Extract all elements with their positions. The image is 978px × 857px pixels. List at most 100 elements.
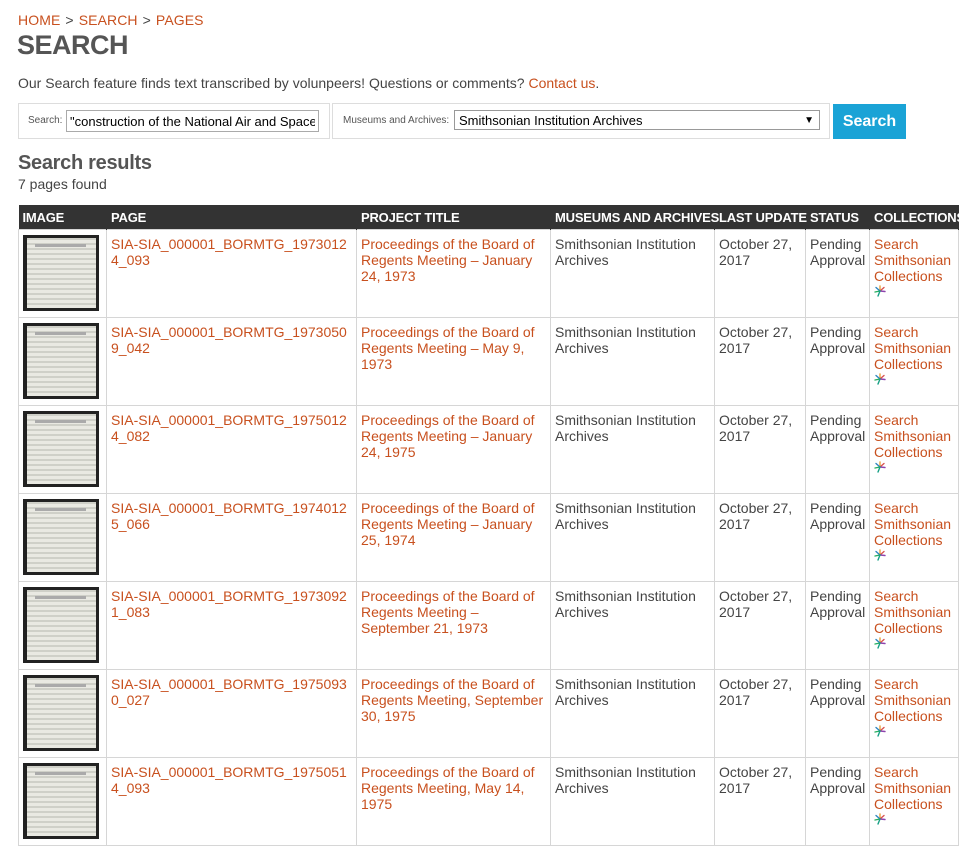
page-link[interactable]: SIA-SIA_000001_BORMTG_19750124_082 (111, 412, 347, 444)
page-link[interactable]: SIA-SIA_000001_BORMTG_19730921_083 (111, 588, 347, 620)
search-collections-link[interactable]: Search Smithsonian Collections (874, 500, 951, 548)
results-title: Search results (18, 152, 152, 174)
project-title-link[interactable]: Proceedings of the Board of Regents Meet… (361, 324, 535, 372)
page-thumbnail[interactable] (23, 499, 99, 575)
breadcrumb: HOME > SEARCH > PAGES (18, 12, 204, 28)
smithsonian-sunburst-icon (874, 549, 886, 561)
smithsonian-sunburst-icon (874, 373, 886, 385)
column-header-image: IMAGE (18, 205, 107, 230)
column-header-collections: COLLECTIONS (869, 205, 965, 230)
last-update-cell: October 27, 2017 (714, 229, 806, 318)
page-cell: SIA-SIA_000001_BORMTG_19730509_042 (106, 317, 357, 406)
search-collections-link[interactable]: Search Smithsonian Collections (874, 412, 951, 460)
project-title-cell: Proceedings of the Board of Regents Meet… (356, 405, 551, 494)
last-update-cell: October 27, 2017 (714, 493, 806, 582)
search-collections-link[interactable]: Search Smithsonian Collections (874, 324, 951, 372)
last-update-cell: October 27, 2017 (714, 405, 806, 494)
project-title-link[interactable]: Proceedings of the Board of Regents Meet… (361, 236, 535, 284)
project-title-link[interactable]: Proceedings of the Board of Regents Meet… (361, 588, 535, 636)
page-link[interactable]: SIA-SIA_000001_BORMTG_19750514_093 (111, 764, 347, 796)
museum-cell: Smithsonian Institution Archives (550, 229, 715, 318)
project-title-link[interactable]: Proceedings of the Board of Regents Meet… (361, 412, 535, 460)
project-title-link[interactable]: Proceedings of the Board of Regents Meet… (361, 500, 535, 548)
column-header-last-update: LAST UPDATE (714, 205, 807, 230)
page-thumbnail[interactable] (23, 675, 99, 751)
image-cell (18, 581, 107, 670)
search-collections-link[interactable]: Search Smithsonian Collections (874, 236, 951, 284)
status-cell: Pending Approval (805, 493, 870, 582)
museum-cell: Smithsonian Institution Archives (550, 757, 715, 846)
chevron-down-icon: ▼ (804, 115, 814, 126)
smithsonian-sunburst-icon (874, 725, 886, 737)
image-cell (18, 493, 107, 582)
search-field-group: Search: (18, 103, 330, 139)
project-title-cell: Proceedings of the Board of Regents Meet… (356, 581, 551, 670)
page-title: SEARCH (17, 30, 129, 60)
museum-select[interactable]: Smithsonian Institution Archives ▼ (454, 110, 820, 130)
search-input[interactable] (66, 110, 319, 132)
smithsonian-sunburst-icon (874, 813, 886, 825)
table-row: SIA-SIA_000001_BORMTG_19750514_093 Procee… (18, 757, 959, 846)
project-title-link[interactable]: Proceedings of the Board of Regents Meet… (361, 676, 543, 724)
search-collections-link[interactable]: Search Smithsonian Collections (874, 764, 951, 812)
status-cell: Pending Approval (805, 405, 870, 494)
page-cell: SIA-SIA_000001_BORMTG_19730921_083 (106, 581, 357, 670)
table-row: SIA-SIA_000001_BORMTG_19740125_066 Procee… (18, 493, 959, 582)
search-button[interactable]: Search (833, 104, 906, 139)
table-header-row: IMAGE PAGE PROJECT TITLE MUSEUMS AND ARC… (18, 205, 965, 230)
last-update-cell: October 27, 2017 (714, 757, 806, 846)
last-update-cell: October 27, 2017 (714, 581, 806, 670)
project-title-cell: Proceedings of the Board of Regents Meet… (356, 757, 551, 846)
breadcrumb-search-link[interactable]: SEARCH (79, 12, 138, 28)
page-link[interactable]: SIA-SIA_000001_BORMTG_19740125_066 (111, 500, 347, 532)
image-cell (18, 757, 107, 846)
status-cell: Pending Approval (805, 757, 870, 846)
status-cell: Pending Approval (805, 229, 870, 318)
status-cell: Pending Approval (805, 669, 870, 758)
page-cell: SIA-SIA_000001_BORMTG_19740125_066 (106, 493, 357, 582)
smithsonian-sunburst-icon (874, 285, 886, 297)
search-collections-link[interactable]: Search Smithsonian Collections (874, 588, 951, 636)
contact-us-link[interactable]: Contact us (528, 75, 595, 91)
search-collections-link[interactable]: Search Smithsonian Collections (874, 676, 951, 724)
collections-cell: Search Smithsonian Collections (869, 757, 959, 846)
collections-cell: Search Smithsonian Collections (869, 581, 959, 670)
page-cell: SIA-SIA_000001_BORMTG_19750930_027 (106, 669, 357, 758)
status-cell: Pending Approval (805, 581, 870, 670)
collections-cell: Search Smithsonian Collections (869, 229, 959, 318)
image-cell (18, 669, 107, 758)
breadcrumb-separator: > (65, 12, 74, 28)
museum-cell: Smithsonian Institution Archives (550, 493, 715, 582)
project-title-cell: Proceedings of the Board of Regents Meet… (356, 493, 551, 582)
page-cell: SIA-SIA_000001_BORMTG_19730124_093 (106, 229, 357, 318)
museum-cell: Smithsonian Institution Archives (550, 669, 715, 758)
search-label: Search: (28, 115, 63, 126)
collections-cell: Search Smithsonian Collections (869, 317, 959, 406)
page-thumbnail[interactable] (23, 587, 99, 663)
smithsonian-sunburst-icon (874, 637, 886, 649)
table-row: SIA-SIA_000001_BORMTG_19730921_083 Procee… (18, 581, 959, 670)
project-title-link[interactable]: Proceedings of the Board of Regents Meet… (361, 764, 535, 812)
page-link[interactable]: SIA-SIA_000001_BORMTG_19730509_042 (111, 324, 347, 356)
page-thumbnail[interactable] (23, 411, 99, 487)
project-title-cell: Proceedings of the Board of Regents Meet… (356, 669, 551, 758)
breadcrumb-pages-link[interactable]: PAGES (156, 12, 204, 28)
page-thumbnail[interactable] (23, 235, 99, 311)
table-row: SIA-SIA_000001_BORMTG_19750930_027 Procee… (18, 669, 959, 758)
project-title-cell: Proceedings of the Board of Regents Meet… (356, 229, 551, 318)
column-header-museums: MUSEUMS AND ARCHIVES (550, 205, 719, 230)
museum-select-value: Smithsonian Institution Archives (459, 113, 643, 128)
intro-text: Our Search feature finds text transcribe… (18, 75, 599, 91)
page-thumbnail[interactable] (23, 323, 99, 399)
page-link[interactable]: SIA-SIA_000001_BORMTG_19750930_027 (111, 676, 347, 708)
museum-field-group: Museums and Archives: Smithsonian Instit… (332, 103, 830, 139)
page-link[interactable]: SIA-SIA_000001_BORMTG_19730124_093 (111, 236, 347, 268)
image-cell (18, 229, 107, 318)
column-header-status: STATUS (805, 205, 870, 230)
results-count: 7 pages found (18, 176, 107, 192)
page-thumbnail[interactable] (23, 763, 99, 839)
collections-cell: Search Smithsonian Collections (869, 669, 959, 758)
last-update-cell: October 27, 2017 (714, 669, 806, 758)
intro-message: Our Search feature finds text transcribe… (18, 75, 529, 91)
breadcrumb-home-link[interactable]: HOME (18, 12, 60, 28)
